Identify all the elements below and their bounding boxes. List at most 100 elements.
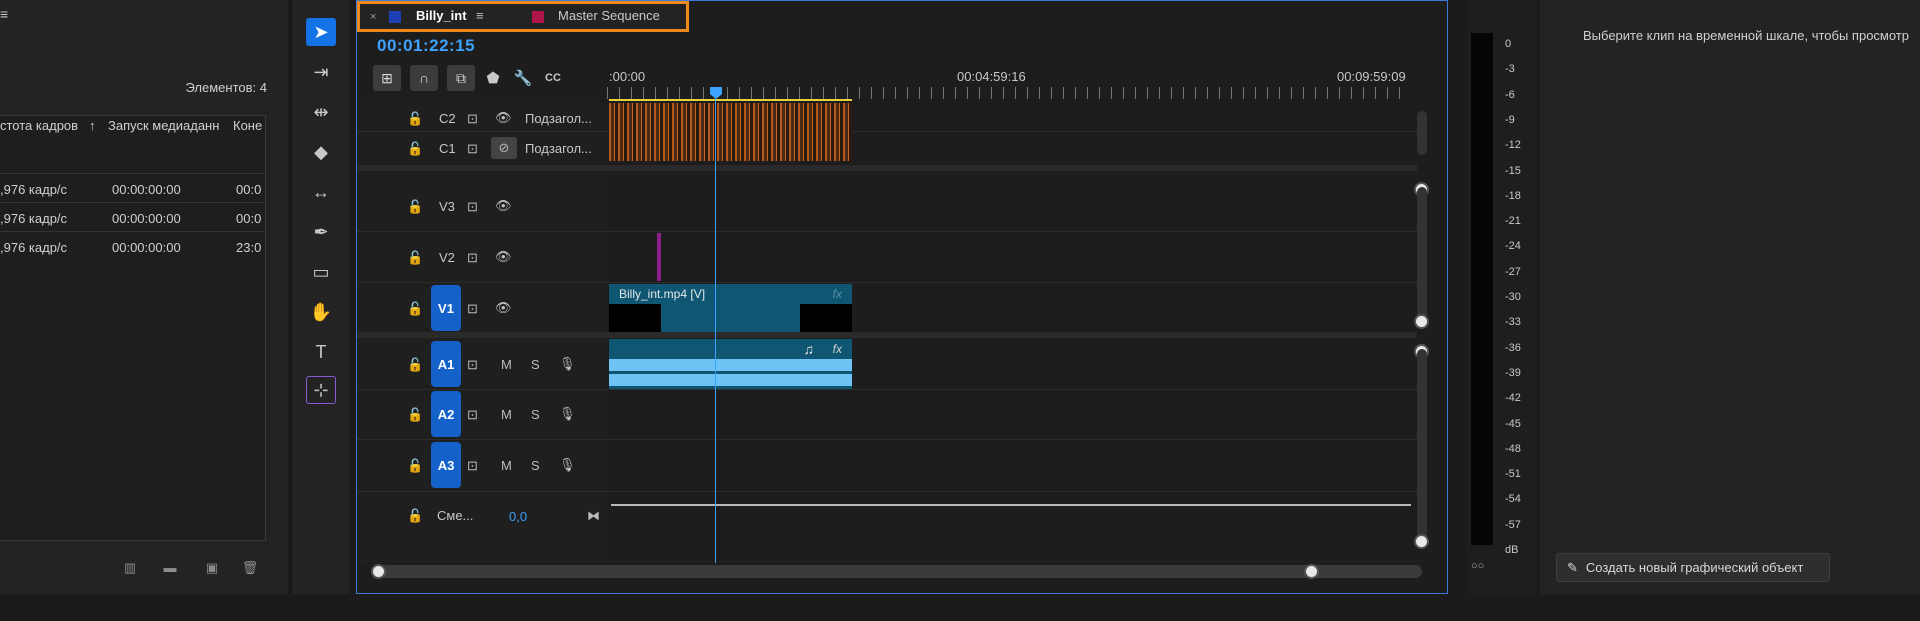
meter-tick-label: -42 <box>1505 392 1521 405</box>
sync-icon[interactable]: ⊡ <box>467 250 478 266</box>
solo-button[interactable]: S <box>531 357 540 372</box>
bowtie-icon[interactable]: ⧓ <box>587 508 600 524</box>
eye-icon[interactable]: 👁 <box>495 300 512 316</box>
sync-icon[interactable]: ⊡ <box>467 407 478 423</box>
mute-button[interactable]: M <box>501 357 512 372</box>
lock-icon[interactable]: 🔓 <box>407 407 423 423</box>
eye-hidden-icon[interactable]: ⊘ <box>491 137 517 159</box>
sync-icon[interactable]: ⊡ <box>467 199 478 215</box>
microphone-icon[interactable]: 🎙 <box>559 406 576 422</box>
add-marker-icon[interactable]: ⬟ <box>481 65 505 91</box>
trash-icon[interactable]: 🗑 <box>240 560 260 576</box>
sync-icon[interactable]: ⊡ <box>467 357 478 373</box>
freeform-view-icon[interactable]: ▥ <box>120 560 140 576</box>
meter-tick-label: -24 <box>1505 240 1521 253</box>
cell-end: 23:0 <box>236 240 262 255</box>
caption-clips[interactable] <box>609 103 852 161</box>
meter-tick-label: -36 <box>1505 341 1521 354</box>
sync-icon[interactable]: ⊡ <box>467 458 478 474</box>
sync-icon[interactable]: ⊡ <box>467 141 478 157</box>
track-target-a2[interactable]: A2 <box>431 391 461 437</box>
track-target-a3[interactable]: A3 <box>431 442 461 488</box>
linked-selection-icon[interactable]: ⧉ <box>447 65 475 91</box>
auto-reframe-icon[interactable]: ⊹ <box>306 376 336 404</box>
eye-icon[interactable]: 👁 <box>495 198 512 214</box>
panel-menu-icon[interactable]: ≡ <box>0 6 8 22</box>
microphone-icon[interactable]: 🎙 <box>559 457 576 473</box>
lock-icon[interactable]: 🔓 <box>407 301 423 317</box>
hand-icon[interactable]: ✋ <box>306 298 336 326</box>
solo-button[interactable]: S <box>531 407 540 422</box>
lock-icon[interactable]: 🔓 <box>407 458 423 474</box>
mix-track-label: Сме... <box>437 508 474 523</box>
caption-scrollbar[interactable] <box>1417 111 1427 155</box>
mix-volume-value[interactable]: 0,0 <box>509 509 527 524</box>
table-row[interactable]: ,976 кадр/с 00:00:00:00 00:0 <box>0 202 266 231</box>
audio-clip[interactable]: ♫ fx <box>609 339 852 389</box>
video-audio-divider[interactable] <box>357 332 1417 338</box>
column-header-framerate[interactable]: стота кадров <box>0 118 78 140</box>
mix-volume-line[interactable] <box>611 504 1411 506</box>
ruler-label: 00:04:59:16 <box>957 69 1026 84</box>
razor-icon[interactable]: ◆ <box>306 138 336 166</box>
pen-icon[interactable]: ✒ <box>306 218 336 246</box>
time-ruler[interactable] <box>607 87 1407 99</box>
sync-icon[interactable]: ⊡ <box>467 301 478 317</box>
playhead-line[interactable] <box>715 97 716 563</box>
close-tab-icon[interactable]: × <box>370 11 376 23</box>
column-header-media-start[interactable]: Запуск медиаданн <box>108 118 219 140</box>
v2-clip[interactable] <box>657 233 661 281</box>
lock-icon[interactable]: 🔓 <box>407 250 423 266</box>
lock-icon[interactable]: 🔓 <box>407 508 423 524</box>
solo-buttons[interactable]: ○○ <box>1471 560 1484 572</box>
audio-scrollbar[interactable] <box>1417 349 1427 541</box>
nest-sequence-icon[interactable]: ⊞ <box>373 65 401 91</box>
lock-icon[interactable]: 🔓 <box>407 199 423 215</box>
rectangle-icon[interactable]: ▭ <box>306 258 336 286</box>
column-header-end[interactable]: Коне <box>233 118 262 140</box>
track-target-a1[interactable]: A1 <box>431 341 461 387</box>
wrench-icon[interactable]: 🔧 <box>511 65 535 91</box>
zoom-handle-left[interactable] <box>371 564 386 579</box>
meter-bar <box>1471 33 1493 545</box>
create-graphic-button[interactable]: ✎ Создать новый графический объект <box>1556 553 1830 582</box>
selection-tool-icon[interactable]: ➤ <box>306 18 336 46</box>
scroll-knob[interactable] <box>1414 534 1429 549</box>
new-bin-icon[interactable]: ▬ <box>160 560 180 576</box>
table-row[interactable]: ,976 кадр/с 00:00:00:00 23:0 <box>0 231 266 260</box>
work-area-bar[interactable] <box>609 99 852 101</box>
type-icon[interactable]: T <box>306 338 336 366</box>
table-row[interactable]: ,976 кадр/с 00:00:00:00 00:0 <box>0 173 266 202</box>
tab-menu-icon[interactable]: ≡ <box>476 8 484 23</box>
slip-icon[interactable]: ↔ <box>306 178 336 206</box>
snap-icon[interactable]: ∩ <box>410 65 438 91</box>
lock-icon[interactable]: 🔓 <box>407 111 423 127</box>
track-target-v1[interactable]: V1 <box>431 285 461 331</box>
playhead-timecode[interactable]: 00:01:22:15 <box>377 36 475 56</box>
lock-icon[interactable]: 🔓 <box>407 357 423 373</box>
zoom-handle-right[interactable] <box>1304 564 1319 579</box>
sort-arrow-icon[interactable]: ↑ <box>89 118 96 140</box>
sync-icon[interactable]: ⊡ <box>467 111 478 127</box>
graphic-icon: ✎ <box>1567 559 1578 575</box>
video-clip[interactable]: Billy_int.mp4 [V] fx <box>609 284 852 334</box>
ripple-edit-icon[interactable]: ⇹ <box>306 98 336 126</box>
caption-divider[interactable] <box>357 165 1417 171</box>
captions-icon[interactable]: CC <box>541 65 565 91</box>
tab-master-sequence[interactable]: Master Sequence <box>558 8 660 23</box>
mute-button[interactable]: M <box>501 407 512 422</box>
new-item-icon[interactable]: ▣ <box>202 560 222 576</box>
video-scrollbar[interactable] <box>1417 187 1427 321</box>
microphone-icon[interactable]: 🎙 <box>559 356 576 372</box>
solo-button[interactable]: S <box>531 458 540 473</box>
horizontal-zoom-scrollbar[interactable] <box>379 565 1422 578</box>
fx-icon[interactable]: fx <box>833 287 842 301</box>
mute-button[interactable]: M <box>501 458 512 473</box>
eye-icon[interactable]: 👁 <box>495 249 512 265</box>
track-select-icon[interactable]: ⇥ <box>306 58 336 86</box>
scroll-knob[interactable] <box>1414 314 1429 329</box>
tab-billy-int[interactable]: Billy_int <box>416 8 467 23</box>
lock-icon[interactable]: 🔓 <box>407 141 423 157</box>
eye-icon[interactable]: 👁 <box>495 110 512 126</box>
fx-icon[interactable]: fx <box>833 342 842 356</box>
